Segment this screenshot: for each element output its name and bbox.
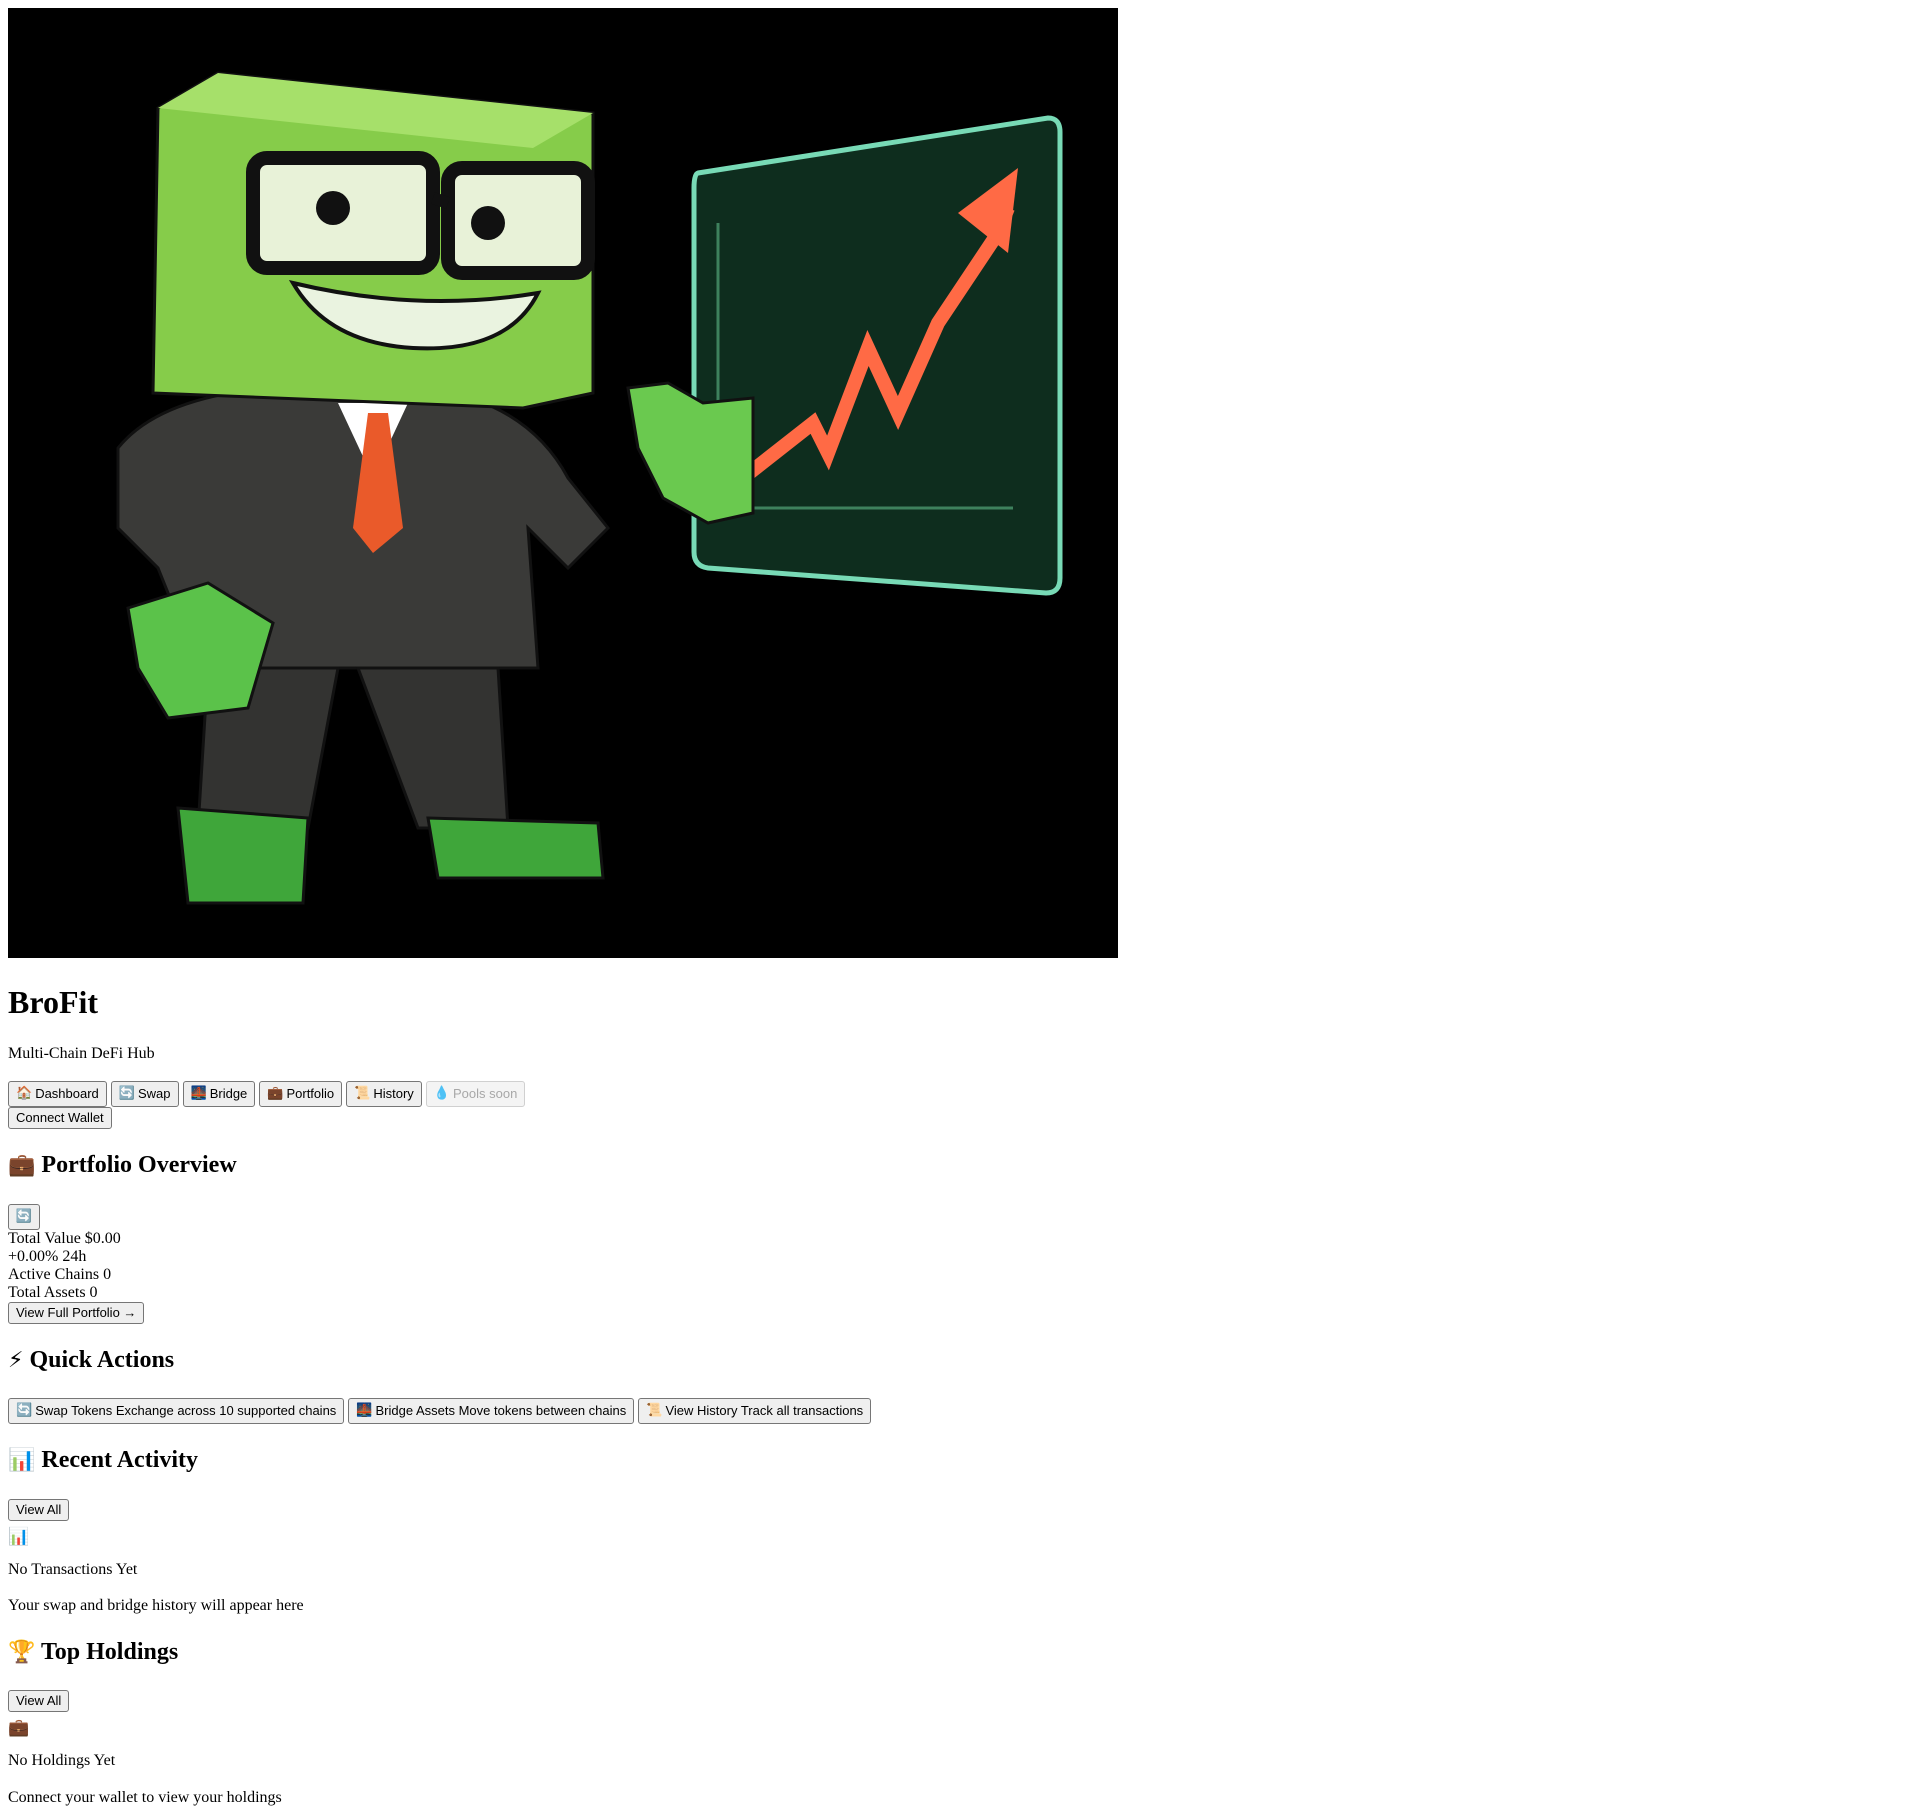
briefcase-icon: 💼 <box>8 1718 30 1739</box>
brofit-mascot-illustration <box>8 8 1118 958</box>
top-holdings-empty-text: Connect your wallet to view your holding… <box>8 1788 282 1806</box>
nav-swap-button[interactable]: 🔄 Swap <box>110 1081 179 1108</box>
top-holdings-view-all-button[interactable]: View All <box>8 1690 70 1713</box>
refresh-portfolio-button[interactable]: 🔄 <box>8 1203 40 1230</box>
refresh-icon: 🔄 <box>15 1208 33 1224</box>
app-title: BroFit <box>8 984 99 1020</box>
top-holdings-title: Top Holdings <box>40 1638 179 1665</box>
view-full-portfolio-button[interactable]: View Full Portfolio → <box>8 1301 145 1324</box>
portfolio-overview-title: Portfolio Overview <box>41 1152 237 1179</box>
nav-swap-label: Swap <box>137 1086 171 1102</box>
recent-activity-title: Recent Activity <box>41 1447 199 1474</box>
bar-chart-icon: 📊 <box>8 1526 30 1547</box>
quick-action-bridge-label: Bridge Assets Move tokens between chains <box>375 1403 627 1419</box>
lightning-icon: ⚡ <box>8 1347 24 1373</box>
scroll-icon: 📜 <box>646 1403 663 1419</box>
droplet-icon: 💧 <box>433 1086 450 1102</box>
quick-actions-heading: ⚡ Quick Actions <box>8 1347 1912 1375</box>
recent-activity-empty-title: No Transactions Yet <box>8 1560 138 1578</box>
chart-panel <box>691 115 1063 596</box>
quick-action-history-button[interactable]: 📜 View History Track all transactions <box>638 1398 872 1425</box>
briefcase-icon: 💼 <box>267 1086 284 1102</box>
house-icon: 🏠 <box>16 1086 33 1102</box>
value-change-24h: +0.00% 24h <box>8 1247 87 1265</box>
top-holdings-heading: 🏆 Top Holdings <box>8 1639 1912 1667</box>
quick-action-history-label: View History Track all transactions <box>665 1403 864 1419</box>
app-tagline: Multi-Chain DeFi Hub <box>8 1044 155 1062</box>
refresh-arrows-icon: 🔄 <box>16 1403 33 1419</box>
hero-image <box>8 8 1118 958</box>
nav-portfolio-label: Portfolio <box>286 1086 335 1102</box>
active-chains: Active Chains 0 <box>8 1265 112 1283</box>
nav-bridge-button[interactable]: 🌉 Bridge <box>182 1081 256 1108</box>
quick-action-swap-label: Swap Tokens Exchange across 10 supported… <box>35 1403 337 1419</box>
nav-history-label: History <box>373 1086 414 1102</box>
nav-portfolio-button[interactable]: 💼 Portfolio <box>259 1081 343 1108</box>
nav-bridge-label: Bridge <box>209 1086 248 1102</box>
trophy-icon: 🏆 <box>8 1639 36 1665</box>
connect-wallet-button[interactable]: Connect Wallet <box>8 1107 112 1130</box>
quick-action-bridge-button[interactable]: 🌉 Bridge Assets Move tokens between chai… <box>348 1398 635 1425</box>
refresh-arrows-icon: 🔄 <box>118 1086 135 1102</box>
recent-activity-empty-text: Your swap and bridge history will appear… <box>8 1597 304 1615</box>
quick-actions-title: Quick Actions <box>29 1346 175 1373</box>
nav-pools-button[interactable]: 💧 Pools soon <box>425 1081 526 1108</box>
nav-pools-label: Pools soon <box>453 1086 518 1102</box>
briefcase-icon: 💼 <box>8 1153 36 1179</box>
total-assets: Total Assets 0 <box>8 1283 98 1301</box>
nav-history-button[interactable]: 📜 History <box>346 1081 422 1108</box>
total-value: Total Value $0.00 <box>8 1229 121 1247</box>
quick-action-swap-button[interactable]: 🔄 Swap Tokens Exchange across 10 support… <box>8 1398 345 1425</box>
quick-actions-list: 🔄 Swap Tokens Exchange across 10 support… <box>8 1398 1912 1425</box>
portfolio-overview-heading: 💼 Portfolio Overview <box>8 1152 1912 1180</box>
nav-dashboard-button[interactable]: 🏠 Dashboard <box>8 1081 107 1108</box>
bar-chart-icon: 📊 <box>8 1448 36 1474</box>
bridge-icon: 🌉 <box>356 1403 373 1419</box>
recent-activity-heading: 📊 Recent Activity <box>8 1447 1912 1475</box>
scroll-icon: 📜 <box>354 1086 371 1102</box>
recent-activity-view-all-button[interactable]: View All <box>8 1498 70 1521</box>
bridge-icon: 🌉 <box>190 1086 207 1102</box>
top-holdings-empty-title: No Holdings Yet <box>8 1752 116 1770</box>
main-nav: 🏠 Dashboard 🔄 Swap 🌉 Bridge 💼 Portfolio … <box>8 1081 1912 1108</box>
nav-dashboard-label: Dashboard <box>35 1086 99 1102</box>
